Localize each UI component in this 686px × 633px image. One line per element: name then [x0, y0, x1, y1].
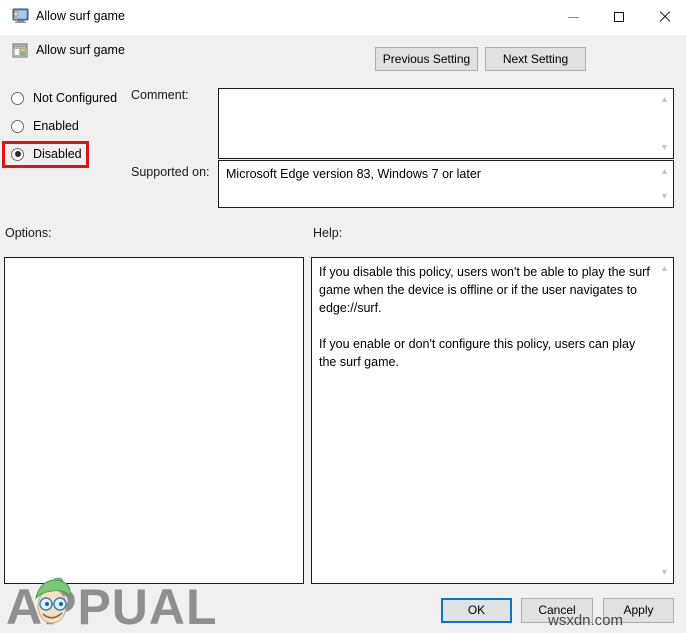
setting-title: Allow surf game	[36, 43, 125, 57]
scroll-down-icon[interactable]: ▼	[656, 188, 673, 205]
supported-on-label: Supported on:	[131, 165, 210, 179]
next-setting-button[interactable]: Next Setting	[485, 47, 586, 71]
comment-label: Comment:	[131, 88, 189, 102]
window-controls	[551, 0, 686, 34]
minimize-icon	[568, 16, 579, 18]
supported-on-scrollbar[interactable]: ▲ ▼	[655, 161, 673, 207]
window-title: Allow surf game	[36, 9, 125, 23]
policy-setting-icon	[12, 43, 28, 58]
radio-enabled[interactable]: Enabled	[11, 117, 79, 135]
options-panel[interactable]	[4, 257, 304, 584]
radio-label-disabled: Disabled	[33, 147, 82, 161]
title-bar: Allow surf game	[0, 0, 686, 35]
supported-on-value: Microsoft Edge version 83, Windows 7 or …	[226, 167, 481, 181]
comment-input[interactable]: ▲ ▼	[218, 88, 674, 159]
scroll-up-icon[interactable]: ▲	[656, 163, 673, 180]
radio-label-not-configured: Not Configured	[33, 91, 118, 105]
help-panel[interactable]: If you disable this policy, users won't …	[311, 257, 674, 584]
scroll-up-icon[interactable]: ▲	[656, 91, 673, 108]
maximize-icon	[613, 12, 624, 22]
supported-on-field[interactable]: Microsoft Edge version 83, Windows 7 or …	[218, 160, 674, 208]
previous-setting-button[interactable]: Previous Setting	[375, 47, 478, 71]
radio-mark-enabled	[11, 119, 24, 133]
radio-mark-not-configured	[11, 91, 24, 105]
cancel-button[interactable]: Cancel	[521, 598, 593, 623]
ok-button[interactable]: OK	[441, 598, 512, 623]
help-label: Help:	[313, 226, 343, 240]
comment-scrollbar[interactable]: ▲ ▼	[655, 89, 673, 158]
policy-monitor-icon	[12, 8, 29, 23]
radio-not-configured[interactable]: Not Configured	[11, 89, 117, 107]
svg-text:APPUALS: APPUALS	[6, 579, 218, 632]
close-icon	[658, 11, 670, 23]
help-content: If you disable this policy, users won't …	[319, 265, 650, 369]
scroll-up-icon[interactable]: ▲	[656, 260, 673, 277]
minimize-button[interactable]	[551, 0, 596, 34]
maximize-button[interactable]	[596, 0, 641, 34]
apply-button[interactable]: Apply	[603, 598, 674, 623]
options-label: Options:	[5, 226, 52, 240]
radio-label-enabled: Enabled	[33, 119, 79, 133]
appuals-watermark-logo: APPUALS	[6, 577, 218, 632]
help-scrollbar[interactable]: ▲ ▼	[655, 258, 673, 583]
radio-mark-disabled	[11, 147, 24, 161]
scroll-down-icon[interactable]: ▼	[656, 139, 673, 156]
scroll-down-icon[interactable]: ▼	[656, 564, 673, 581]
radio-disabled[interactable]: Disabled	[11, 145, 82, 163]
close-button[interactable]	[641, 0, 686, 34]
